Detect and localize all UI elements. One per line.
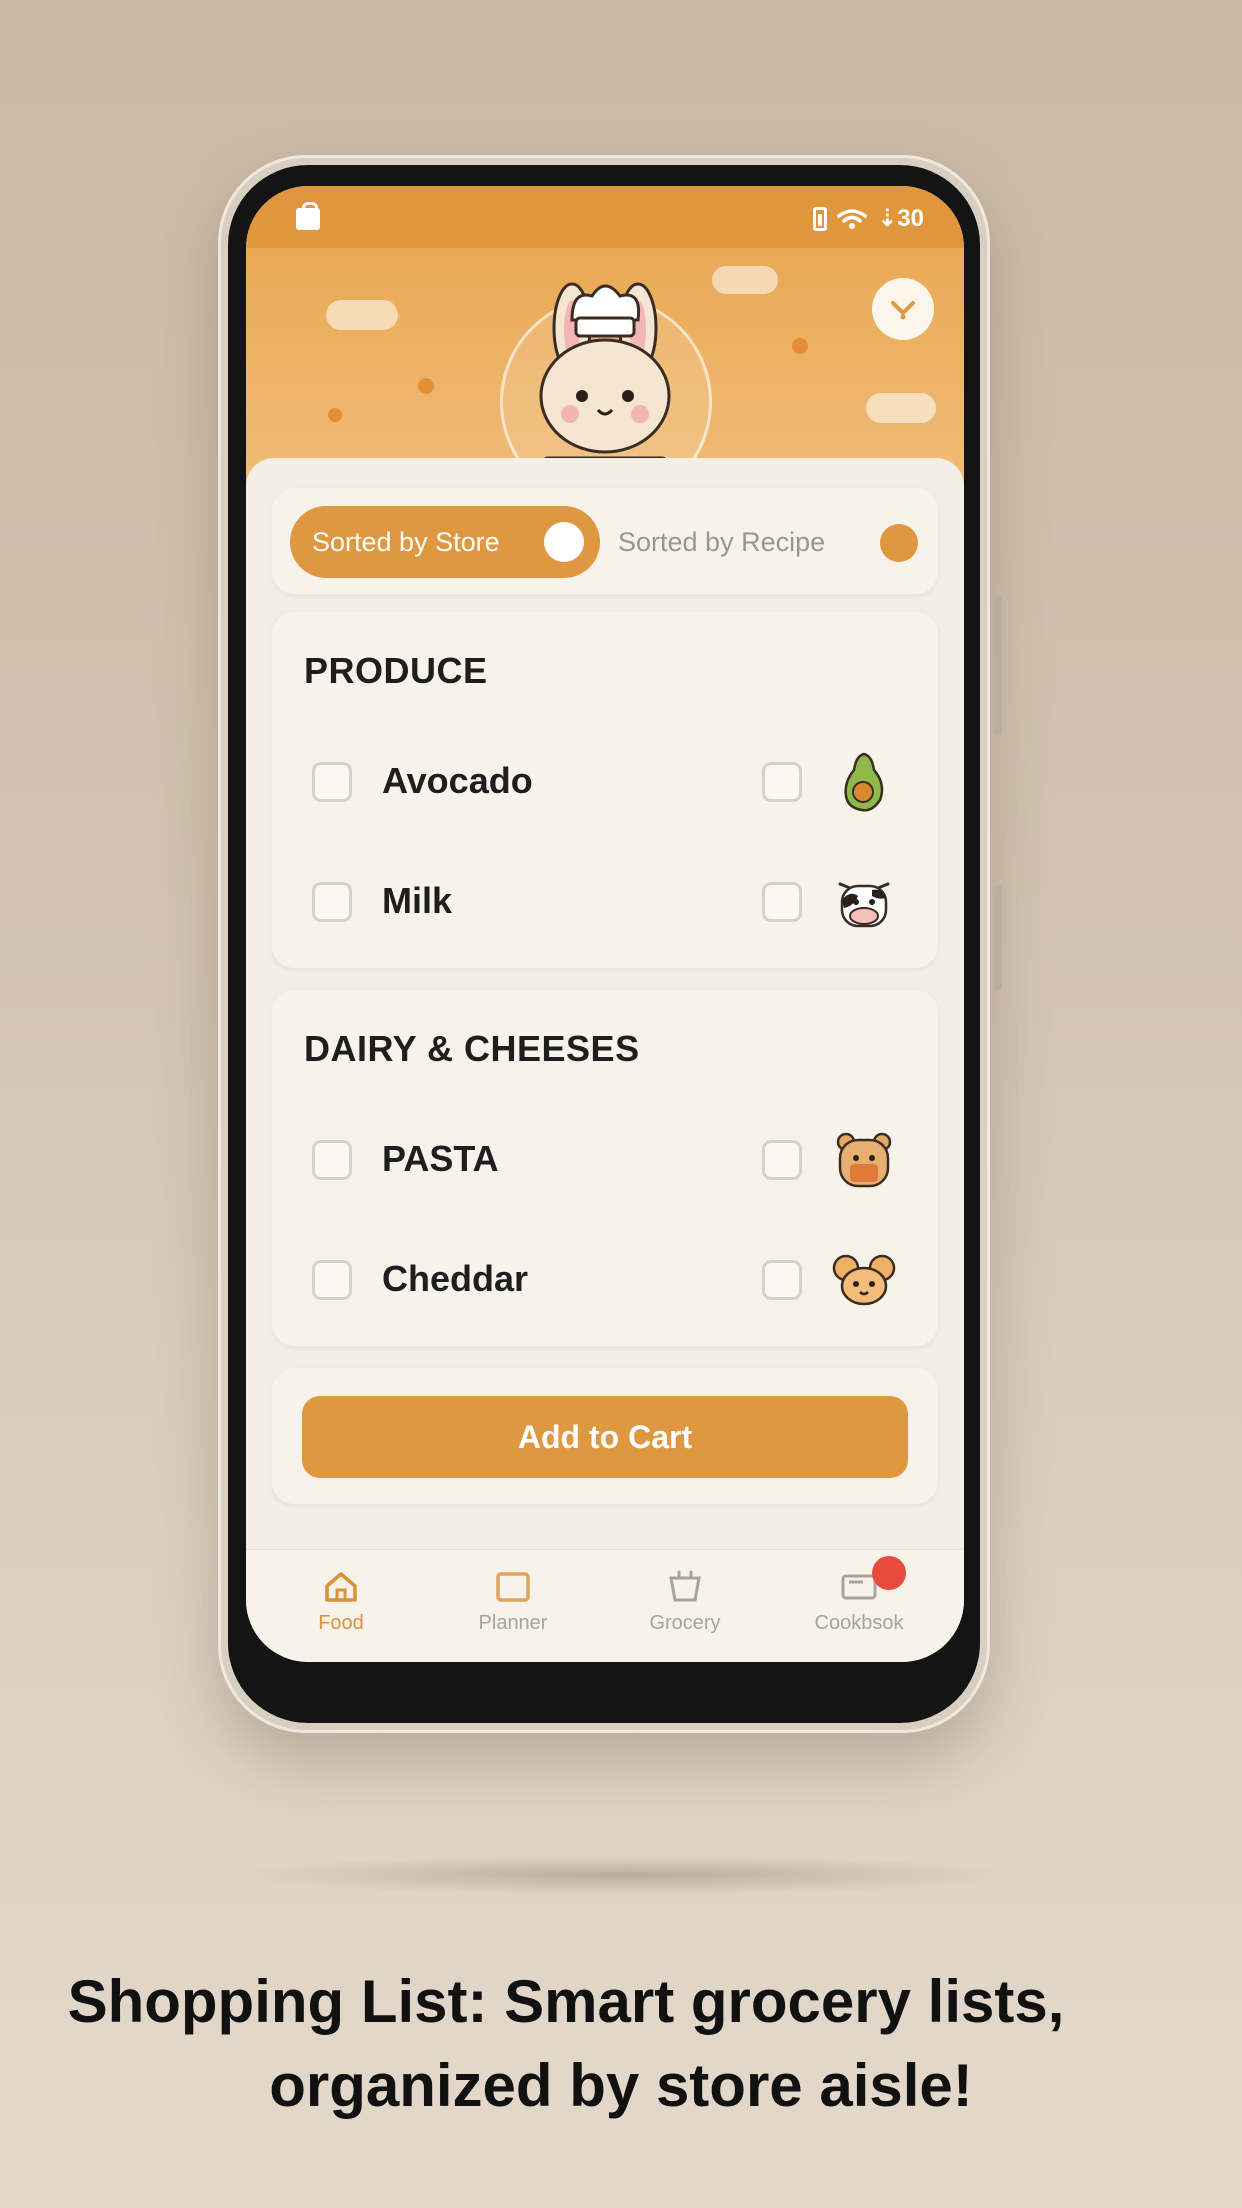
cow-icon: [838, 882, 890, 928]
battery-icon: [813, 206, 828, 231]
cart-card: Add to Cart: [272, 1368, 938, 1504]
item-checkbox[interactable]: [312, 1260, 352, 1300]
dot-decoration: [792, 338, 808, 354]
nav-item-grocery[interactable]: Grocery: [610, 1566, 760, 1635]
list-item: Cheddar: [272, 1240, 938, 1320]
section-produce: PRODUCE Avocado Milk: [272, 612, 938, 968]
item-secondary-checkbox[interactable]: [762, 882, 802, 922]
nav-item-cookbook[interactable]: Cookbsok: [784, 1556, 934, 1635]
avocado-icon: [844, 752, 884, 812]
sort-by-store-label: Sorted by Store: [312, 526, 500, 557]
section-title: DAIRY & CHEESES: [304, 1028, 640, 1069]
sort-by-store-option[interactable]: Sorted by Store: [290, 506, 600, 578]
list-item: Avocado: [272, 742, 938, 822]
home-icon: [325, 1572, 357, 1602]
mouse-icon: [832, 1254, 896, 1306]
sort-toggle: Sorted by Store Sorted by Recipe: [272, 488, 938, 594]
section-title: PRODUCE: [304, 650, 488, 691]
item-label: Cheddar: [382, 1258, 529, 1299]
volume-button: [994, 595, 1002, 735]
sort-by-recipe-option[interactable]: Sorted by Recipe: [618, 506, 825, 578]
notification-badge: [872, 1556, 906, 1590]
chevron-menu-icon: [891, 301, 915, 320]
nav-label: Grocery: [649, 1612, 721, 1634]
nav-item-planner[interactable]: Planner: [438, 1566, 588, 1635]
add-to-cart-button[interactable]: Add to Cart: [302, 1396, 908, 1478]
app-header: [246, 248, 964, 508]
nav-label: Cookbsok: [814, 1612, 904, 1634]
list-item: PASTA: [272, 1120, 938, 1200]
sort-by-recipe-label: Sorted by Recipe: [618, 526, 826, 557]
item-checkbox[interactable]: [312, 1140, 352, 1180]
bottom-nav: Food Planner Grocery Cookbsok: [246, 1549, 964, 1662]
nav-label: Planner: [478, 1612, 548, 1634]
list-item: Milk: [272, 862, 938, 942]
cloud-decoration: [866, 393, 936, 423]
promo-caption: Shopping List: Smart grocery lists, orga…: [0, 1960, 1242, 2128]
toggle-knob: [544, 522, 584, 562]
item-secondary-checkbox[interactable]: [762, 1140, 802, 1180]
dot-decoration: [328, 408, 342, 422]
bear-icon: [836, 1132, 892, 1188]
status-bar: ⇣30: [246, 186, 964, 248]
menu-button[interactable]: [872, 278, 934, 340]
shopping-bag-icon: [296, 202, 320, 230]
caption-line-2: organized by store aisle!: [269, 2052, 973, 2119]
dot-decoration: [418, 378, 434, 394]
nav-label: Food: [318, 1612, 364, 1634]
bunny-chef-mascot-icon: [539, 282, 671, 484]
caption-line-1: Shopping List: Smart grocery lists,: [67, 1968, 1065, 2035]
power-button: [994, 885, 1002, 990]
basket-icon: [669, 1570, 701, 1602]
planner-icon: [496, 1572, 530, 1602]
section-dairy-cheeses: DAIRY & CHEESES PASTA Cheddar: [272, 990, 938, 1346]
item-checkbox[interactable]: [312, 762, 352, 802]
status-indicators: ⇣30: [813, 204, 924, 233]
cloud-decoration: [712, 266, 778, 294]
cloud-decoration: [326, 300, 398, 330]
nav-item-food[interactable]: Food: [266, 1566, 416, 1635]
shopping-list-content: Sorted by Store Sorted by Recipe PRODUCE…: [246, 458, 964, 1558]
item-secondary-checkbox[interactable]: [762, 1260, 802, 1300]
item-label: Avocado: [382, 760, 533, 801]
app-screen: ⇣30 Sorted by Store Sorted by Recipe PRO…: [246, 186, 964, 1662]
item-label: Milk: [382, 880, 453, 921]
recipe-toggle-dot[interactable]: [880, 524, 918, 562]
item-secondary-checkbox[interactable]: [762, 762, 802, 802]
phone-shadow: [230, 1855, 1020, 1895]
item-checkbox[interactable]: [312, 882, 352, 922]
item-label: PASTA: [382, 1138, 499, 1179]
wifi-icon: [837, 208, 867, 229]
status-text: ⇣30: [877, 205, 924, 232]
